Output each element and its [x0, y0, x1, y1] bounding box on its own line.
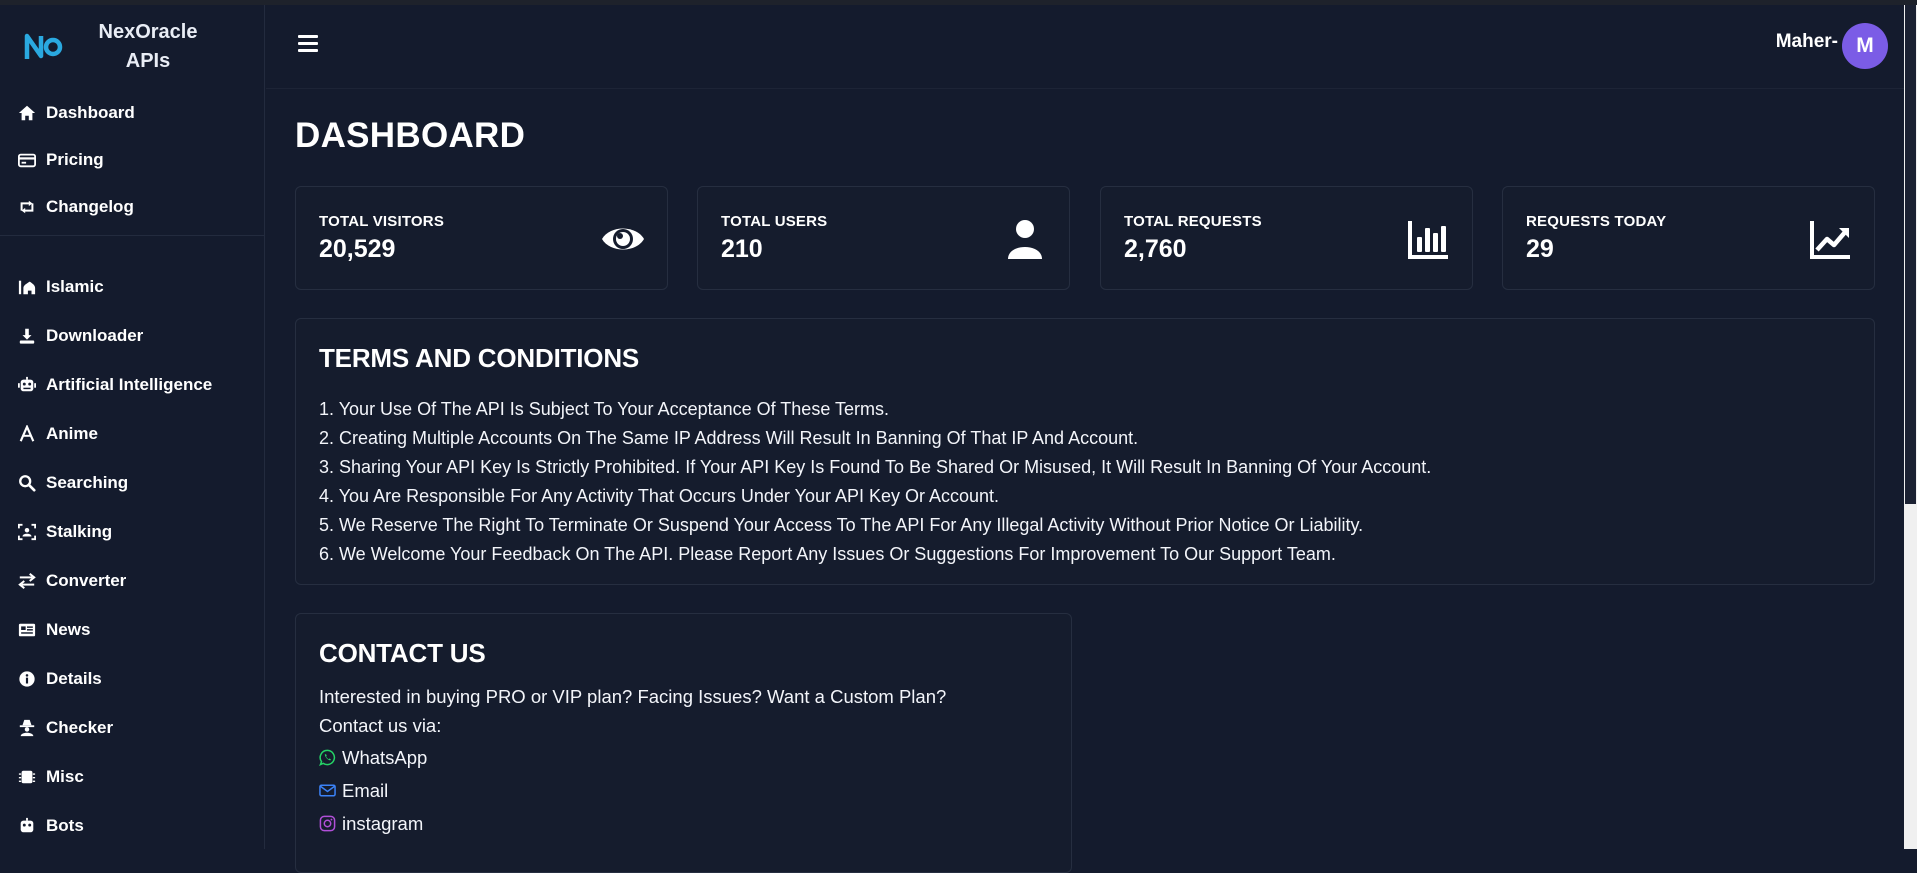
terms-title: TERMS AND CONDITIONS	[319, 343, 640, 373]
download-icon	[17, 326, 37, 346]
main-content: DASHBOARD TOTAL VISITORS 20,529 TOTAL US…	[266, 90, 1904, 873]
sidebar-item-artificial-intelligence[interactable]: Artificial Intelligence	[0, 360, 264, 409]
stat-value: 210	[721, 235, 763, 263]
sidebar: NexOracle APIs Dashboard Pricing Changel…	[0, 5, 265, 849]
page-scrollbar-thumb[interactable]	[1905, 5, 1916, 504]
user-icon	[1003, 217, 1047, 261]
mosque-icon	[17, 277, 37, 297]
instagram-icon	[319, 815, 337, 833]
stat-card-total-requests: TOTAL REQUESTS 2,760	[1100, 186, 1473, 290]
sidebar-nav-primary: Dashboard Pricing Changelog	[0, 89, 264, 230]
sidebar-item-stalking[interactable]: Stalking	[0, 507, 264, 556]
home-icon	[17, 103, 37, 123]
stat-label: REQUESTS TODAY	[1526, 213, 1667, 230]
stat-label: TOTAL USERS	[721, 213, 828, 230]
info-icon	[17, 669, 37, 689]
user-menu[interactable]: Maher- M	[1776, 23, 1888, 69]
letter-a-icon	[17, 424, 37, 444]
sidebar-item-anime[interactable]: Anime	[0, 409, 264, 458]
list-item: 2. Creating Multiple Accounts On The Sam…	[319, 428, 1139, 448]
sidebar-item-dashboard[interactable]: Dashboard	[0, 89, 264, 136]
terms-list: 1. Your Use Of The API Is Subject To You…	[319, 395, 1431, 569]
list-item: 1. Your Use Of The API Is Subject To You…	[319, 399, 890, 419]
credit-card-icon	[17, 150, 37, 170]
list-item: 4. You Are Responsible For Any Activity …	[319, 486, 1000, 506]
page-title: DASHBOARD	[295, 116, 526, 155]
instagram-link[interactable]: instagram	[319, 813, 423, 835]
stat-card-total-visitors: TOTAL VISITORS 20,529	[295, 186, 668, 290]
stat-card-requests-today: REQUESTS TODAY 29	[1502, 186, 1875, 290]
sidebar-divider	[0, 235, 264, 236]
topbar: Maher- M	[266, 5, 1904, 89]
chip-icon	[17, 767, 37, 787]
robot-icon	[17, 816, 37, 836]
contact-intro: Interested in buying PRO or VIP plan? Fa…	[319, 686, 947, 707]
list-item: 6. We Welcome Your Feedback On The API. …	[319, 544, 1336, 564]
email-link[interactable]: Email	[319, 780, 388, 802]
brand-logo-icon	[24, 29, 68, 65]
terms-card: TERMS AND CONDITIONS 1. Your Use Of The …	[295, 318, 1875, 585]
exchange-icon	[17, 571, 37, 591]
sidebar-nav-categories: Islamic Downloader Artificial Intelligen…	[0, 262, 264, 850]
sidebar-item-misc[interactable]: Misc	[0, 752, 264, 801]
search-icon	[17, 473, 37, 493]
trend-up-icon	[1808, 217, 1852, 261]
spy-icon	[17, 718, 37, 738]
sidebar-item-pricing[interactable]: Pricing	[0, 136, 264, 183]
contact-title: CONTACT US	[319, 638, 486, 668]
contact-card: CONTACT US Interested in buying PRO or V…	[295, 613, 1072, 873]
sidebar-item-searching[interactable]: Searching	[0, 458, 264, 507]
brand[interactable]: NexOracle APIs	[0, 5, 264, 89]
sidebar-item-checker[interactable]: Checker	[0, 703, 264, 752]
sidebar-item-details[interactable]: Details	[0, 654, 264, 703]
stat-label: TOTAL REQUESTS	[1124, 213, 1262, 230]
avatar: M	[1842, 23, 1888, 69]
whatsapp-icon	[319, 749, 337, 767]
contact-via: Contact us via:	[319, 715, 442, 736]
stat-card-total-users: TOTAL USERS 210	[697, 186, 1070, 290]
sidebar-item-islamic[interactable]: Islamic	[0, 262, 264, 311]
list-item: 3. Sharing Your API Key Is Strictly Proh…	[319, 457, 1432, 477]
stat-value: 2,760	[1124, 235, 1187, 263]
envelope-icon	[319, 782, 337, 800]
robot-icon	[17, 375, 37, 395]
newspaper-icon	[17, 620, 37, 640]
sidebar-item-news[interactable]: News	[0, 605, 264, 654]
stat-value: 29	[1526, 235, 1554, 263]
stat-value: 20,529	[319, 235, 396, 263]
sidebar-item-bots[interactable]: Bots	[0, 801, 264, 850]
stat-label: TOTAL VISITORS	[319, 213, 445, 230]
whatsapp-link[interactable]: WhatsApp	[319, 747, 427, 769]
sidebar-item-changelog[interactable]: Changelog	[0, 183, 264, 230]
menu-toggle-icon[interactable]	[298, 35, 318, 53]
eye-icon	[601, 217, 645, 261]
scan-icon	[17, 522, 37, 542]
sidebar-item-downloader[interactable]: Downloader	[0, 311, 264, 360]
sync-icon	[17, 197, 37, 217]
brand-name: NexOracle APIs	[98, 21, 198, 72]
bar-chart-icon	[1406, 217, 1450, 261]
sidebar-item-converter[interactable]: Converter	[0, 556, 264, 605]
list-item: 5. We Reserve The Right To Terminate Or …	[319, 515, 1364, 535]
user-name: Maher-	[1775, 31, 1838, 52]
